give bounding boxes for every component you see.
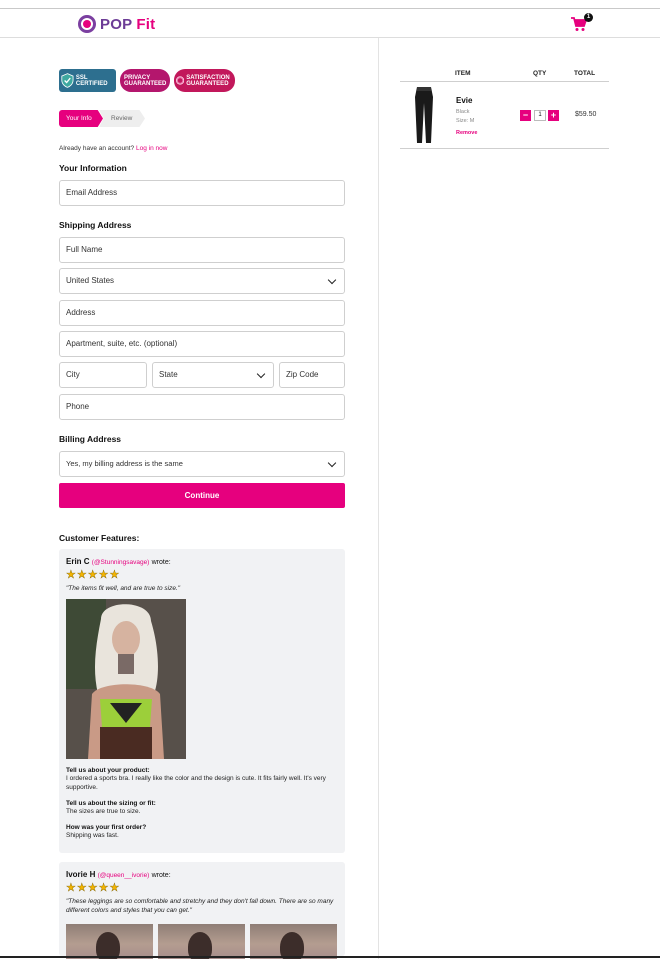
reviewer-name: Ivorie H — [66, 870, 96, 879]
billing-same-select[interactable]: Yes, my billing address is the same — [59, 451, 345, 477]
review-photo[interactable] — [66, 599, 186, 759]
customer-photo-image — [66, 599, 186, 759]
customer-features-heading: Customer Features: — [59, 533, 140, 543]
review-answer: Shipping was fast. — [66, 832, 119, 839]
star-icon: ★ — [87, 569, 98, 581]
ssl-badge: SSL CERTIFIED — [59, 69, 116, 92]
star-icon: ★ — [98, 569, 109, 581]
site-header: POP Fit 1 — [0, 9, 660, 38]
star-icon: ★ — [66, 569, 76, 581]
review-question: How was your first order? — [66, 824, 147, 831]
photo-subject — [96, 932, 120, 959]
your-information-heading: Your Information — [59, 163, 127, 173]
billing-address-heading: Billing Address — [59, 434, 122, 444]
cart-button[interactable]: 1 — [571, 13, 593, 33]
city-field[interactable]: City — [59, 362, 147, 388]
account-prompt-text: Already have an account? — [59, 145, 135, 152]
logo-icon — [78, 15, 96, 33]
star-rating: ★ ★ ★ ★ ★ — [66, 882, 338, 894]
email-field[interactable]: Email Address — [59, 180, 345, 206]
total-column-header: TOTAL — [574, 70, 596, 77]
reviewer-handle[interactable]: (@queen__ivorie) — [98, 872, 150, 879]
star-icon: ★ — [98, 882, 109, 894]
satisfaction-badge: SATISFACTION GUARANTEED — [174, 69, 235, 92]
review-question: Tell us about the sizing or fit: — [66, 800, 156, 807]
product-size: Size: M — [456, 118, 475, 124]
product-name: Evie — [456, 96, 473, 105]
reviewer-name: Erin C — [66, 557, 90, 566]
star-rating: ★ ★ ★ ★ ★ — [66, 569, 338, 581]
review-wrote: wrote: — [151, 559, 171, 566]
bottom-divider — [0, 956, 660, 958]
photo-subject — [188, 932, 212, 959]
address-field[interactable]: Address — [59, 300, 345, 326]
header-divider — [400, 81, 609, 82]
star-icon: ★ — [87, 882, 98, 894]
item-column-header: ITEM — [455, 70, 471, 77]
review-wrote: wrote: — [151, 872, 171, 879]
brand-logo[interactable]: POP Fit — [78, 15, 155, 33]
star-icon: ★ — [109, 882, 120, 894]
review-quote: "These leggings are so comfortable and s… — [66, 898, 334, 914]
brand-name-pop: POP — [100, 15, 133, 33]
quantity-decrease-button[interactable]: − — [520, 110, 531, 121]
product-image[interactable] — [412, 87, 436, 143]
shield-check-icon — [61, 73, 74, 88]
star-icon: ★ — [76, 882, 87, 894]
cart-count-badge: 1 — [584, 13, 593, 22]
zip-code-field[interactable]: Zip Code — [279, 362, 345, 388]
satisfaction-badge-label: SATISFACTION GUARANTEED — [186, 74, 230, 87]
review-photo[interactable] — [158, 924, 245, 959]
shipping-address-heading: Shipping Address — [59, 220, 132, 230]
state-select[interactable]: State — [152, 362, 274, 388]
photo-subject — [280, 932, 304, 959]
privacy-badge-label: PRIVACY GUARANTEED — [124, 74, 167, 87]
continue-button[interactable]: Continue — [59, 483, 345, 508]
account-prompt: Already have an account? Log in now — [59, 145, 167, 152]
brand-name: POP Fit — [100, 16, 155, 33]
phone-field[interactable]: Phone — [59, 394, 345, 420]
review-answer: The sizes are true to size. — [66, 808, 141, 815]
step-your-info[interactable]: Your Info — [59, 110, 103, 127]
quantity-input[interactable]: 1 — [534, 110, 546, 121]
remove-item-link[interactable]: Remove — [456, 130, 477, 136]
seal-icon — [176, 76, 185, 85]
line-total: $59.50 — [575, 111, 597, 118]
quantity-increase-button[interactable]: + — [548, 110, 559, 121]
product-color: Black — [456, 109, 470, 115]
reviewer-handle[interactable]: (@Stunningsavage) — [92, 559, 150, 566]
login-link[interactable]: Log in now — [136, 145, 167, 152]
country-select[interactable]: United States — [59, 268, 345, 294]
ssl-badge-label: SSL CERTIFIED — [75, 74, 108, 87]
review-card: Ivorie H (@queen__ivorie) wrote: ★ ★ ★ ★ ★ "… — [59, 862, 345, 959]
star-icon: ★ — [109, 569, 120, 581]
qty-column-header: QTY — [533, 70, 547, 77]
apartment-field[interactable]: Apartment, suite, etc. (optional) — [59, 331, 345, 357]
privacy-badge: PRIVACY GUARANTEED — [120, 69, 170, 92]
brand-name-fit: Fit — [136, 15, 156, 33]
review-question: Tell us about your product: — [66, 767, 150, 774]
item-divider — [400, 148, 609, 149]
step-review[interactable]: Review — [99, 110, 145, 127]
trust-badges: SSL CERTIFIED PRIVACY GUARANTEED SATISFA… — [59, 69, 235, 92]
review-quote: "The items fit well, and are true to siz… — [66, 585, 181, 592]
review-photos — [66, 924, 338, 959]
review-header: Ivorie H (@queen__ivorie) wrote: — [66, 870, 338, 879]
full-name-field[interactable]: Full Name — [59, 237, 345, 263]
review-header: Erin C (@Stunningsavage) wrote: — [66, 557, 338, 566]
order-summary-panel — [378, 38, 660, 959]
checkout-steps: Your Info Review — [59, 110, 145, 127]
star-icon: ★ — [76, 569, 87, 581]
review-answer: I ordered a sports bra. I really like th… — [66, 775, 326, 791]
star-icon: ★ — [66, 882, 76, 894]
review-photo[interactable] — [66, 924, 153, 959]
review-card: Erin C (@Stunningsavage) wrote: ★ ★ ★ ★ ★ "T… — [59, 549, 345, 853]
review-photo[interactable] — [250, 924, 337, 959]
